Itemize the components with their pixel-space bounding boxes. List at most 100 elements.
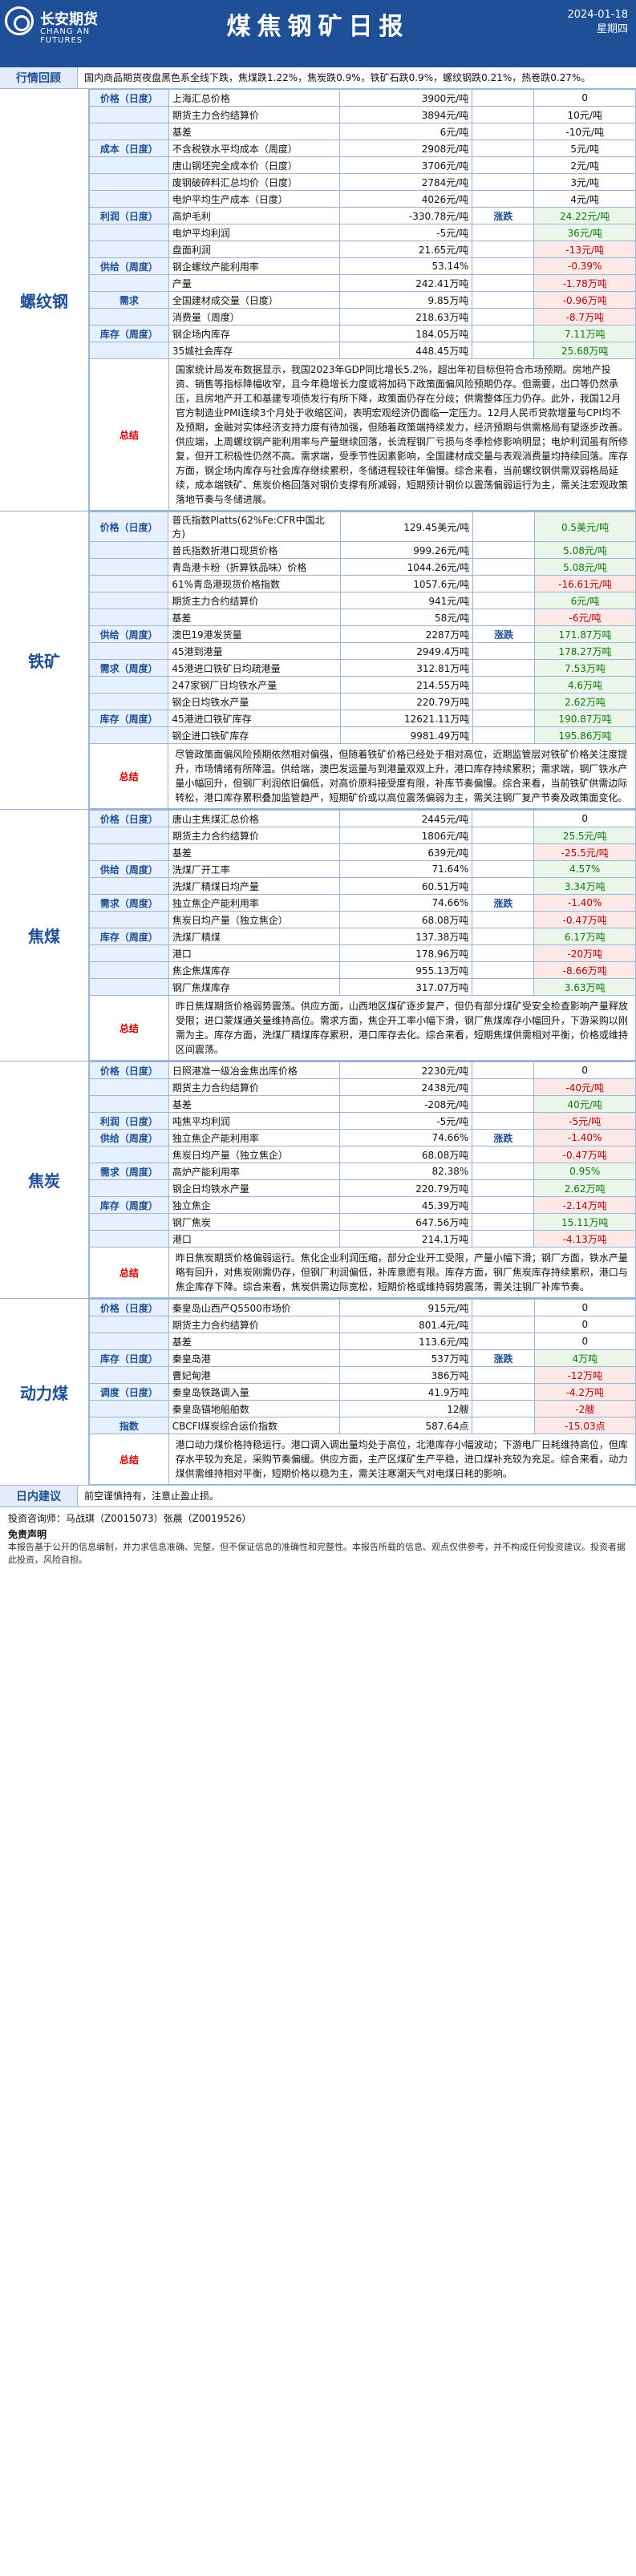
row-item: 钢厂焦炭 <box>168 1213 340 1231</box>
row-change: -20万吨 <box>533 944 636 962</box>
row-category: 供给（周度） <box>89 860 169 878</box>
data-row: 电炉平均利润 -5元/吨 36元/吨 <box>89 224 636 241</box>
row-value: 312.81万吨 <box>340 659 474 677</box>
row-change: 7.53万吨 <box>534 659 636 677</box>
row-trend-label <box>472 642 536 660</box>
data-row: 需求（周度） 45港进口铁矿日均疏港量 312.81万吨 7.53万吨 <box>88 659 636 677</box>
row-trend-label <box>472 693 536 710</box>
row-value: 214.55万吨 <box>340 676 474 694</box>
row-item: 基差 <box>168 609 342 626</box>
row-value: 999.26元/吨 <box>340 541 474 559</box>
section-content: 价格（日度） 日照港准一级冶金焦出库价格 2230元/吨 0 期货主力合约结算价 2438… <box>89 1062 636 1298</box>
row-value: 12艘 <box>339 1400 473 1417</box>
row-category: 库存（周度） <box>89 325 169 342</box>
row-category: 价格（日度） <box>89 1062 169 1079</box>
section-title: 焦煤 <box>0 810 89 1061</box>
row-trend-label: 涨跌 <box>472 625 536 643</box>
data-row: 期货主力合约结算价 3894元/吨 10元/吨 <box>89 106 636 123</box>
row-trend-label <box>472 1112 535 1130</box>
row-value: 386万吨 <box>339 1366 473 1384</box>
market-review-label: 行情回顾 <box>0 67 78 88</box>
row-category <box>89 911 169 928</box>
row-value: 129.45美元/吨 <box>340 512 474 542</box>
data-row: 需求（周度） 高炉产能利用率 82.38% 0.95% <box>89 1163 636 1180</box>
row-change: 40元/吨 <box>533 1095 636 1113</box>
row-trend-label <box>472 1230 535 1248</box>
sections-container: 螺纹钢 价格（日度） 上海汇总价格 3900元/吨 0 期货主力合约结算价 3894元/吨 1… <box>0 89 636 1486</box>
row-change: 2.62万吨 <box>533 1179 636 1197</box>
row-trend-label <box>472 156 535 174</box>
row-change: -5元/吨 <box>533 1112 636 1130</box>
row-trend-label <box>472 140 535 157</box>
row-category <box>89 944 169 962</box>
data-row: 库存（周度） 独立焦企 45.39万吨 -2.14万吨 <box>89 1196 636 1214</box>
row-category <box>89 877 169 895</box>
row-item: 消费量（周度） <box>168 308 340 326</box>
row-change: 2元/吨 <box>533 156 636 174</box>
row-item: 秦皇岛山西产Q5500市场价 <box>168 1299 341 1316</box>
row-trend-label <box>472 1163 535 1180</box>
row-category: 库存（日度） <box>89 1349 169 1367</box>
row-item: 35城社会库存 <box>168 342 340 359</box>
row-change: -4.13万吨 <box>533 1230 636 1248</box>
row-category <box>89 190 169 208</box>
row-value: 2445元/吨 <box>338 810 473 827</box>
row-item: 45港进口铁矿日均疏港量 <box>168 659 342 677</box>
report-header: 长安期货 CHANG AN FUTURES 煤焦钢矿日报 2024-01-18 … <box>0 0 636 47</box>
data-row: 调度（日度） 秦皇岛铁路调入量 41.9万吨 -4.2万吨 <box>89 1383 636 1401</box>
section-content: 价格（日度） 普氏指数Platts(62%Fe:CFR中国北方) 129.45美元/… <box>88 512 636 809</box>
report-title: 煤焦钢矿日报 <box>226 13 410 41</box>
analysts: 投资咨询师：马战琪（Z0015073）张晨（Z0019526） <box>8 1513 252 1524</box>
summary-label: 总结 <box>89 358 169 511</box>
row-item: 日照港准一级冶金焦出库价格 <box>168 1062 340 1079</box>
row-item: 焦企焦煤库存 <box>168 961 340 979</box>
disclaimer-text: 本报告基于公开的信息编制，并力求信息准确、完整，但不保证信息的准确性和完整性。本… <box>8 1542 626 1565</box>
row-category <box>88 541 169 559</box>
row-category <box>89 1078 169 1096</box>
row-trend-label <box>472 1213 535 1231</box>
row-trend-label <box>472 1179 535 1197</box>
row-change: -1.78万吨 <box>533 274 636 292</box>
data-row: 盘面利润 21.65元/吨 -13元/吨 <box>89 241 636 258</box>
row-trend-label <box>472 224 535 241</box>
data-row: 废钢破碎料汇总均价（日度） 2784元/吨 3元/吨 <box>89 173 636 191</box>
row-value: 448.45万吨 <box>338 342 473 359</box>
data-row: 唐山钢坯完全成本价（日度） 3706元/吨 2元/吨 <box>89 156 636 174</box>
row-value: 68.08万吨 <box>338 1146 473 1163</box>
data-row: 期货主力合约结算价 1806元/吨 25.5元/吨 <box>89 827 636 844</box>
row-trend-label <box>472 676 536 694</box>
row-item: 普氏指数Platts(62%Fe:CFR中国北方) <box>168 512 342 542</box>
row-item: 钢厂焦煤库存 <box>168 978 340 996</box>
row-item: 钢企螺纹产能利用率 <box>168 257 340 275</box>
row-trend-label <box>472 659 536 677</box>
row-item: 钢企日均铁水产量 <box>168 693 342 710</box>
row-item: 钢企进口铁矿库存 <box>168 726 342 744</box>
row-change: -8.66万吨 <box>533 961 636 979</box>
row-change: 3.34万吨 <box>533 877 636 895</box>
row-item: 洗煤厂开工率 <box>168 860 340 878</box>
row-value: 3894元/吨 <box>338 106 473 123</box>
row-change: 5.08元/吨 <box>534 558 636 576</box>
row-change: 25.5元/吨 <box>533 827 636 844</box>
row-change: 6.17万吨 <box>533 928 636 945</box>
summary-row: 总结 昨日焦煤期货价格弱势震荡。供应方面，山西地区煤矿逐步复产，但仍有部分煤矿受安… <box>89 995 636 1061</box>
row-trend-label <box>472 1095 535 1113</box>
row-trend-label <box>472 575 536 592</box>
row-change: 4万吨 <box>533 1349 636 1367</box>
data-table: 价格（日度） 秦皇岛山西产Q5500市场价 915元/吨 0 期货主力合约结算价 801.… <box>89 1299 636 1485</box>
row-category: 价格（日度） <box>88 512 169 542</box>
row-change: -16.61元/吨 <box>534 575 636 592</box>
row-category: 价格（日度） <box>89 1299 169 1316</box>
row-change: -1.40% <box>533 894 636 912</box>
market-review-row: 行情回顾 国内商品期货夜盘黑色系全线下跌，焦煤跌1.22%，焦炭跌0.9%，铁矿… <box>0 67 636 89</box>
row-change: -1.40% <box>533 1129 636 1146</box>
row-value: 74.66% <box>338 1129 473 1146</box>
summary-text: 尽管政策面偏风险预期依然相对偏强，但随着铁矿价格已经处于相对高位，近期监管层对铁… <box>168 743 636 809</box>
data-row: 价格（日度） 秦皇岛山西产Q5500市场价 915元/吨 0 <box>89 1299 636 1316</box>
row-trend-label <box>472 726 536 744</box>
row-trend-label <box>472 89 535 107</box>
summary-label: 总结 <box>89 1434 169 1485</box>
data-row: 曹妃甸港 386万吨 -12万吨 <box>89 1366 636 1384</box>
data-row: 产量 242.41万吨 -1.78万吨 <box>89 274 636 292</box>
row-value: 60.51万吨 <box>338 877 473 895</box>
